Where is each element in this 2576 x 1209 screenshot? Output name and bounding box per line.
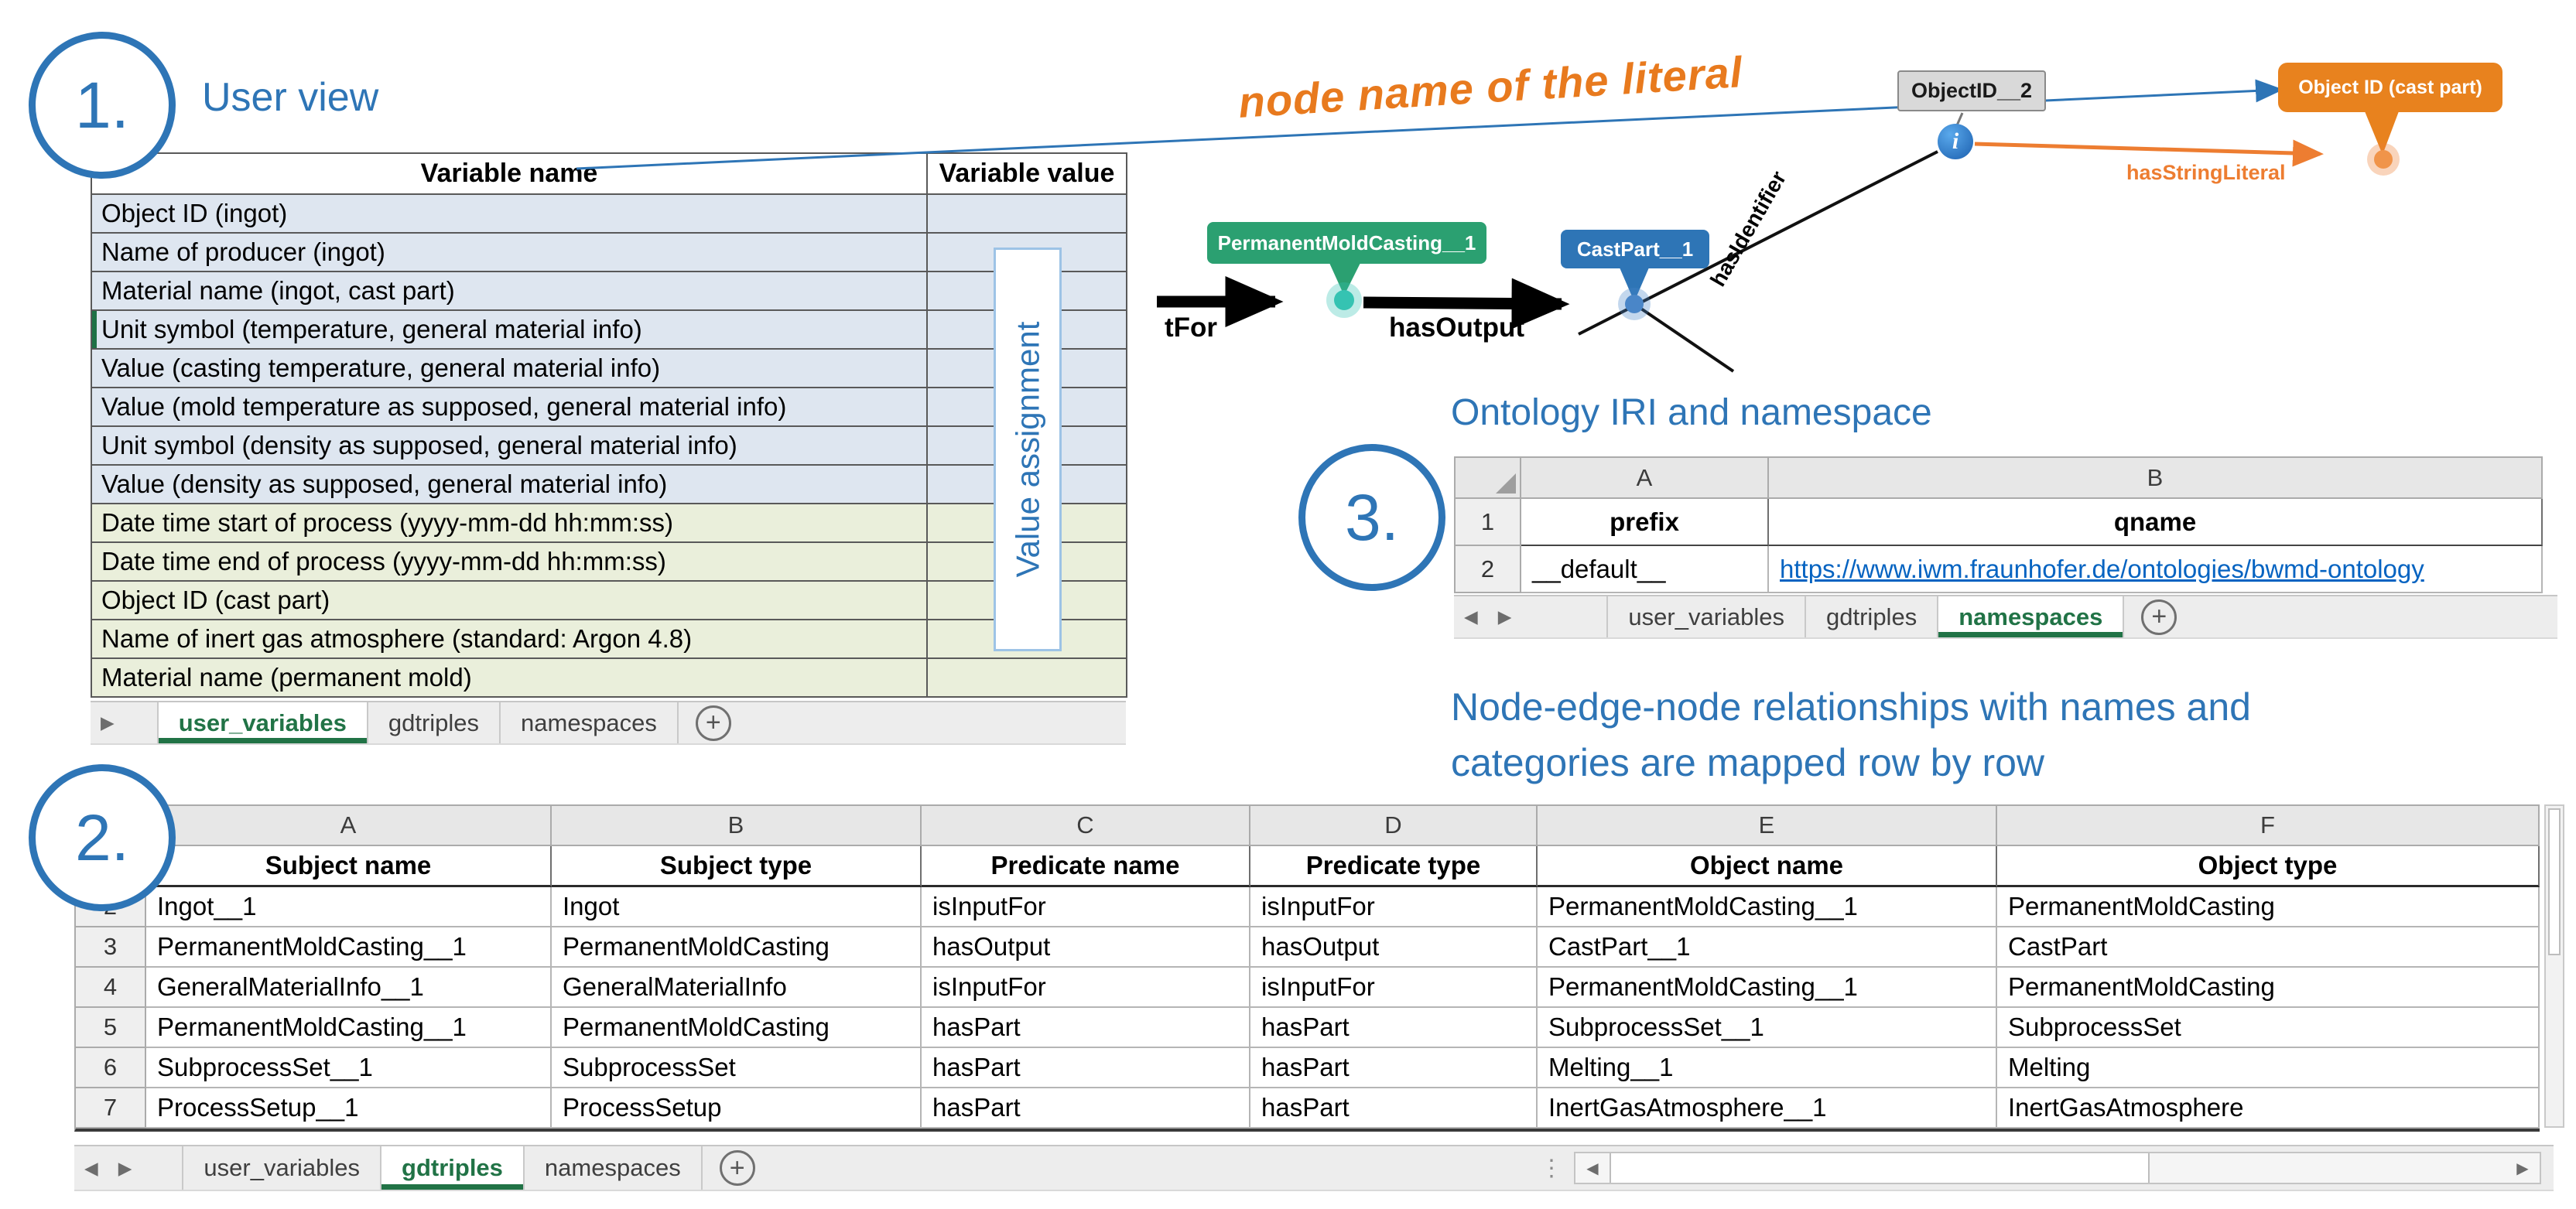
value-assignment-label: Value assignment xyxy=(1009,322,1046,578)
casting-node-dot[interactable] xyxy=(1334,290,1354,310)
value-assignment-label-box: Value assignment xyxy=(994,248,1062,651)
step-3-number: 3. xyxy=(1345,480,1399,555)
edge-label-has-output: hasOutput xyxy=(1389,312,1524,343)
graph-node-object-id[interactable]: ObjectID__2 xyxy=(1897,70,2046,111)
edge-label-is-input-for: tFor xyxy=(1165,312,1217,343)
info-icon[interactable]: i xyxy=(1938,124,1973,159)
cast-part-node-dot[interactable] xyxy=(1625,295,1644,313)
edge-label-has-string-literal: hasStringLiteral xyxy=(2126,161,2286,185)
graph-node-permanent-mold-casting[interactable]: PermanentMoldCasting__1 xyxy=(1207,222,1486,264)
step-2-badge: 2. xyxy=(29,764,176,911)
step-3-badge: 3. xyxy=(1298,444,1445,591)
figure-canvas: 1. 2. 3. User view Variable name Variabl… xyxy=(0,0,2576,1209)
graph-node-cast-part[interactable]: CastPart__1 xyxy=(1561,230,1709,268)
step-1-number: 1. xyxy=(75,68,129,143)
graph-node-literal-object-id-cast-part[interactable]: Object ID (cast part) xyxy=(2278,63,2502,112)
step-1-badge: 1. xyxy=(29,32,176,179)
step-2-number: 2. xyxy=(75,801,129,876)
literal-node-dot[interactable] xyxy=(2374,150,2393,169)
